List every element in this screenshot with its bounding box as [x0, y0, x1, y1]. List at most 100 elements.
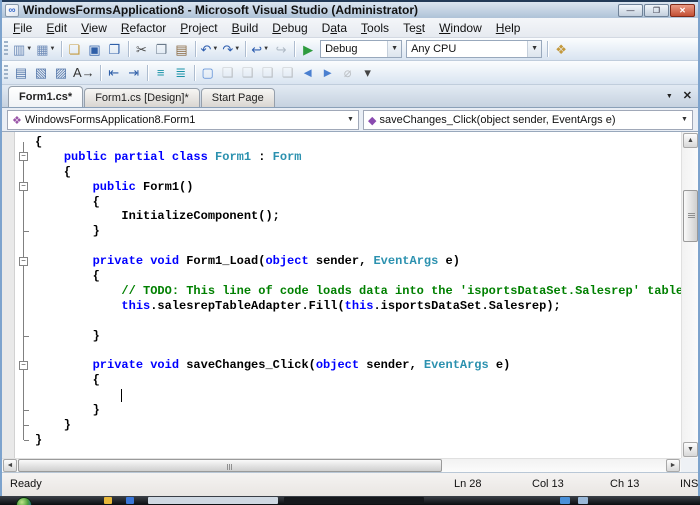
- horizontal-scroll-thumb[interactable]: [18, 459, 442, 472]
- display-parameter-info-button[interactable]: A→: [71, 63, 97, 83]
- scroll-up-icon[interactable]: ▲: [683, 133, 698, 148]
- code-editor[interactable]: − − − − { public partial class Form1 : Form…: [2, 132, 698, 472]
- menu-item-test[interactable]: Test: [396, 18, 432, 37]
- tab-form1-cs-design[interactable]: Form1.cs [Design]*: [84, 88, 200, 107]
- solution-configurations-combo-arrow-icon[interactable]: ▼: [387, 41, 402, 57]
- code-line[interactable]: {: [35, 269, 681, 284]
- dropdown-arrow-icon[interactable]: ▼: [212, 46, 218, 52]
- fold-collapse-box[interactable]: −: [19, 361, 28, 370]
- paste-button[interactable]: ▤: [172, 39, 192, 59]
- code-line[interactable]: {: [35, 195, 681, 210]
- open-file-button[interactable]: ❏: [65, 39, 85, 59]
- uncomment-selection-button[interactable]: ≣: [171, 63, 191, 83]
- scroll-down-icon[interactable]: ▼: [683, 442, 698, 457]
- code-line[interactable]: }: [35, 418, 681, 433]
- tab-form1-cs[interactable]: Form1.cs*: [8, 86, 84, 107]
- code-line[interactable]: this.salesrepTableAdapter.Fill(this.ispo…: [35, 299, 681, 314]
- code-line[interactable]: }: [35, 329, 681, 344]
- undo-button[interactable]: ↶ ▼: [199, 39, 221, 59]
- menu-item-refactor[interactable]: Refactor: [114, 18, 173, 37]
- menu-item-edit[interactable]: Edit: [39, 18, 74, 37]
- next-bookmark-in-document-button[interactable]: ►: [318, 63, 338, 83]
- menu-item-view[interactable]: View: [74, 18, 114, 37]
- toggle-bookmark-button[interactable]: ▢: [198, 63, 218, 83]
- fold-collapse-box[interactable]: −: [19, 182, 28, 192]
- fold-collapse-box[interactable]: −: [19, 256, 28, 266]
- menu-item-file[interactable]: File: [6, 18, 39, 37]
- menu-item-build[interactable]: Build: [225, 18, 266, 37]
- minimize-button[interactable]: —: [618, 4, 643, 17]
- toolbar-grip[interactable]: [4, 41, 8, 57]
- increase-indent-button[interactable]: ⇥: [124, 63, 144, 83]
- code-text[interactable]: { public partial class Form1 : Form { pu…: [35, 135, 681, 448]
- cut-button[interactable]: ✂: [132, 39, 152, 59]
- types-dropdown[interactable]: ❖ WindowsFormsApplication8.Form1 ▼: [7, 110, 359, 130]
- solution-configurations-combo[interactable]: Debug ▼: [320, 40, 403, 58]
- dropdown-arrow-icon[interactable]: ▼: [50, 46, 56, 52]
- code-line[interactable]: [35, 314, 681, 329]
- active-files-dropdown-icon[interactable]: ▼: [666, 90, 673, 103]
- vertical-scrollbar[interactable]: ▲ ▼: [681, 132, 698, 458]
- redo-button[interactable]: ↷ ▼: [220, 39, 242, 59]
- code-line[interactable]: {: [35, 373, 681, 388]
- solution-platforms-combo-arrow-icon[interactable]: ▼: [527, 41, 542, 57]
- new-project-button[interactable]: ▥ ▼: [11, 39, 34, 59]
- comment-selection-button[interactable]: ≡: [151, 63, 171, 83]
- menu-item-data[interactable]: Data: [315, 18, 354, 37]
- horizontal-scrollbar[interactable]: ◄ ►: [2, 458, 681, 472]
- restore-button[interactable]: ❐: [644, 4, 669, 17]
- fold-collapse-box[interactable]: −: [19, 152, 28, 162]
- code-line[interactable]: }: [35, 433, 681, 448]
- display-member-list-button[interactable]: ▤: [11, 63, 31, 83]
- display-word-completion-button[interactable]: ▧: [31, 63, 51, 83]
- navigate-backward-button[interactable]: ↩ ▼: [249, 39, 271, 59]
- dropdown-arrow-icon[interactable]: ▼: [263, 46, 269, 52]
- code-line[interactable]: public Form1(): [35, 180, 681, 195]
- types-dropdown-arrow-icon[interactable]: ▼: [343, 111, 358, 129]
- close-button[interactable]: ✕: [670, 4, 695, 17]
- taskbar-button-active[interactable]: [284, 497, 424, 504]
- menu-item-help[interactable]: Help: [489, 18, 528, 37]
- code-line[interactable]: private void saveChanges_Click(object se…: [35, 358, 681, 373]
- add-new-item-button[interactable]: ▦ ▼: [34, 39, 57, 59]
- tray-icon-1[interactable]: [104, 497, 112, 504]
- menu-item-project[interactable]: Project: [173, 18, 224, 37]
- tray-icon-3[interactable]: [560, 497, 570, 504]
- code-line[interactable]: }: [35, 403, 681, 418]
- start-button[interactable]: [16, 497, 32, 505]
- menu-item-window[interactable]: Window: [432, 18, 489, 37]
- members-dropdown[interactable]: ◆ saveChanges_Click(object sender, Event…: [363, 110, 693, 130]
- members-dropdown-arrow-icon[interactable]: ▼: [677, 111, 692, 129]
- code-line[interactable]: // TODO: This line of code loads data in…: [35, 284, 681, 299]
- code-line[interactable]: [35, 388, 681, 403]
- code-line[interactable]: public partial class Form1 : Form: [35, 150, 681, 165]
- code-line[interactable]: InitializeComponent();: [35, 209, 681, 224]
- copy-button[interactable]: ❐: [152, 39, 172, 59]
- windows-taskbar[interactable]: [0, 496, 700, 505]
- code-line[interactable]: {: [35, 165, 681, 180]
- taskbar-button-inactive[interactable]: [148, 497, 278, 504]
- previous-bookmark-in-document-button[interactable]: ◄: [298, 63, 318, 83]
- close-document-icon[interactable]: ✕: [683, 90, 692, 103]
- toolbar-options-button[interactable]: ▾: [358, 63, 378, 83]
- save-all-button[interactable]: ❐: [105, 39, 125, 59]
- code-line[interactable]: [35, 343, 681, 358]
- dropdown-arrow-icon[interactable]: ▼: [234, 46, 240, 52]
- tray-icon-2[interactable]: [126, 497, 134, 504]
- scroll-left-icon[interactable]: ◄: [3, 459, 17, 472]
- code-line[interactable]: private void Form1_Load(object sender, E…: [35, 254, 681, 269]
- code-line[interactable]: }: [35, 224, 681, 239]
- find-in-files-button[interactable]: ❖: [551, 39, 571, 59]
- title-bar[interactable]: ∞ WindowsFormsApplication8 - Microsoft V…: [2, 0, 698, 18]
- vertical-scroll-thumb[interactable]: [683, 190, 698, 242]
- menu-item-debug[interactable]: Debug: [265, 18, 314, 37]
- solution-platforms-combo[interactable]: Any CPU ▼: [406, 40, 543, 58]
- menu-item-tools[interactable]: Tools: [354, 18, 396, 37]
- save-button[interactable]: ▣: [85, 39, 105, 59]
- tray-icon-4[interactable]: [578, 497, 588, 504]
- code-line[interactable]: [35, 239, 681, 254]
- start-debugging-button[interactable]: ▶: [298, 39, 318, 59]
- scroll-right-icon[interactable]: ►: [666, 459, 680, 472]
- code-line[interactable]: {: [35, 135, 681, 150]
- toolbar-grip[interactable]: [4, 64, 8, 81]
